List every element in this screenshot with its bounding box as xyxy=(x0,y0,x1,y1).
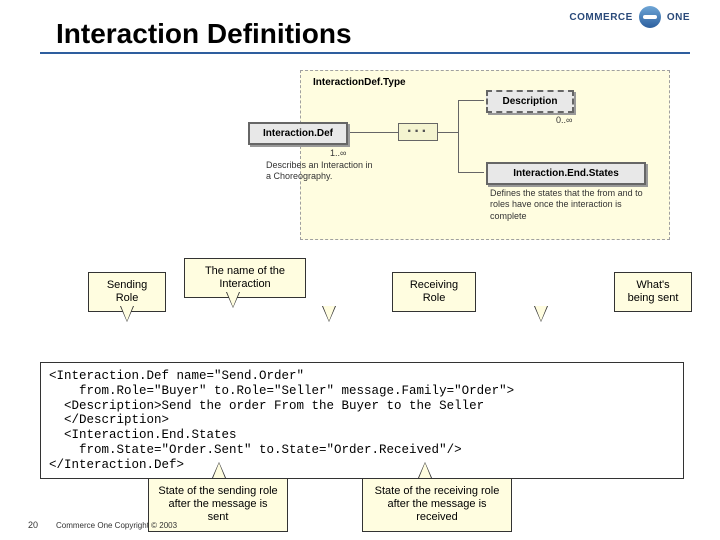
callout-receiving-role: Receiving Role xyxy=(392,272,476,312)
caption-end-states: Defines the states that the from and to … xyxy=(490,188,650,222)
connector-root-seq xyxy=(350,132,398,133)
callout-state-recv: State of the receiving role after the me… xyxy=(362,478,512,532)
brand: COMMERCE ONE xyxy=(569,6,690,28)
callout-whats-sent: What's being sent xyxy=(614,272,692,312)
schema-type-label: InteractionDef.Type xyxy=(313,77,406,88)
pointer-sending-role-icon xyxy=(120,306,134,322)
header-divider xyxy=(40,52,690,54)
box-description: Description xyxy=(486,90,574,113)
box-interaction-def: Interaction.Def xyxy=(248,122,348,145)
pointer-receiving-role-icon xyxy=(322,306,336,322)
pointer-state-send-icon xyxy=(212,462,226,478)
branch-to-endstates xyxy=(458,172,484,173)
brand-name: COMMERCE xyxy=(569,12,632,23)
mult-root: 1..∞ xyxy=(330,148,346,158)
callout-interaction-name: The name of the Interaction xyxy=(184,258,306,298)
caption-root: Describes an Interaction in a Choreograp… xyxy=(266,160,376,183)
box-end-states: Interaction.End.States xyxy=(486,162,646,185)
branch-to-desc xyxy=(458,100,484,101)
brand-one: ONE xyxy=(667,12,690,23)
connector-seq-branch xyxy=(438,132,458,133)
brand-logo-icon xyxy=(639,6,661,28)
pointer-state-recv-icon xyxy=(418,462,432,478)
pointer-interaction-name-icon xyxy=(226,292,240,308)
pointer-whats-sent-icon xyxy=(534,306,548,322)
xml-code: <Interaction.Def name="Send.Order" from.… xyxy=(40,362,684,479)
branch-vline xyxy=(458,100,459,172)
sequence-icon xyxy=(398,123,438,141)
page-number: 20 xyxy=(28,520,38,530)
copyright: Commerce One Copyright © 2003 xyxy=(56,521,177,530)
mult-desc: 0..∞ xyxy=(556,115,572,125)
page-title: Interaction Definitions xyxy=(56,18,352,50)
